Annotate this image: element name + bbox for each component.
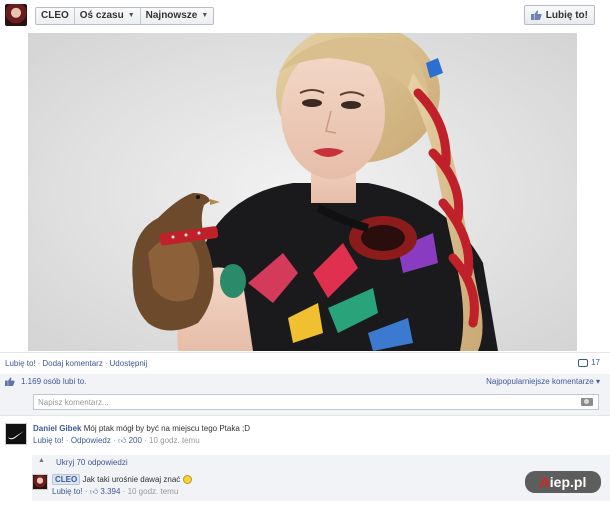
replies-toggle-row: ▲ Ukryj 70 odpowiedzi xyxy=(32,455,610,471)
reply-time[interactable]: 10 godz. temu xyxy=(128,487,179,496)
comment-time[interactable]: 10 godz. temu xyxy=(149,436,200,445)
reply-like-link[interactable]: Lubię to! xyxy=(52,487,83,496)
comment-count-value: 17 xyxy=(591,358,600,367)
reply-text: Jak taki urośnie dawaj znać xyxy=(82,475,181,484)
timeline-dropdown[interactable]: Oś czasu ▼ xyxy=(75,8,141,24)
comment-bubble-icon xyxy=(578,358,589,367)
comment-reply-link[interactable]: Odpowiedz xyxy=(71,436,111,445)
comment-author[interactable]: Daniel Gibek xyxy=(33,424,81,433)
page-name: CLEO xyxy=(41,10,69,21)
post-header: CLEO Oś czasu ▼ Najnowsze ▼ Lubię to! xyxy=(0,0,610,32)
comment-meta: Lubię to! · Odpowiedz · 👍︎ 200 · 10 godz… xyxy=(33,436,200,445)
sort-dropdown[interactable]: Najnowsze ▼ xyxy=(141,8,214,24)
comment-item: Daniel Gibek Mój ptak mógł by być na mie… xyxy=(0,420,610,454)
site-watermark: Aiep.pl xyxy=(525,471,601,493)
timeline-label: Oś czasu xyxy=(79,10,124,21)
reply-likes-count[interactable]: 3.394 xyxy=(100,487,120,496)
page-avatar[interactable] xyxy=(5,4,27,26)
comment-likes-count[interactable]: 200 xyxy=(129,436,142,445)
watermark-text: iep.pl xyxy=(549,474,587,490)
comment-count[interactable]: 17 xyxy=(578,358,600,367)
swoosh-icon xyxy=(8,431,24,440)
thumbs-up-icon xyxy=(530,10,542,20)
likes-left: 1.169 osób lubi to. xyxy=(5,377,86,386)
watermark-letter: A xyxy=(539,474,550,490)
reply-meta: Lubię to! · 👍︎ 3.394 · 10 godz. temu xyxy=(52,487,179,497)
likes-summary: 1.169 osób lubi to. Najpopularniejsze ko… xyxy=(0,374,610,390)
like-link[interactable]: Lubię to! xyxy=(5,359,36,368)
comment-link[interactable]: Dodaj komentarz xyxy=(42,359,102,368)
page-like-button[interactable]: Lubię to! xyxy=(523,5,595,25)
separator-dot: · xyxy=(104,359,108,368)
avatar[interactable] xyxy=(32,474,48,490)
camera-icon[interactable] xyxy=(581,398,593,406)
photo-image xyxy=(28,33,577,351)
share-link[interactable]: Udostępnij xyxy=(110,359,148,368)
post-actions: Lubię to! · Dodaj komentarz · Udostępnij xyxy=(5,359,147,368)
page-name-link[interactable]: CLEO xyxy=(36,8,75,24)
comment-body: Daniel Gibek Mój ptak mógł by być na mie… xyxy=(33,424,593,446)
reply-item: CLEO Jak taki urośnie dawaj znać Lubię t… xyxy=(32,471,610,501)
chevron-up-icon: ▲ xyxy=(38,457,45,464)
chevron-down-icon: ▼ xyxy=(127,12,135,19)
thumbs-up-icon xyxy=(5,377,15,386)
comment-composer: Napisz komentarz... xyxy=(0,390,610,416)
post-photo[interactable] xyxy=(28,33,577,351)
thumbs-up-icon: 👍︎ xyxy=(117,436,127,445)
comment-like-link[interactable]: Lubię to! xyxy=(33,436,64,445)
sort-label: Najnowsze xyxy=(145,10,198,21)
page-like-label: Lubię to! xyxy=(545,9,588,21)
smiley-icon xyxy=(182,475,192,485)
post-actions-bar: Lubię to! · Dodaj komentarz · Udostępnij 17 xyxy=(0,352,610,374)
reply-body: CLEO Jak taki urośnie dawaj znać Lubię t… xyxy=(52,474,532,497)
avatar[interactable] xyxy=(5,423,27,445)
comment-text: Mój ptak mógł by być na miejscu tego Pta… xyxy=(83,424,250,433)
separator-dot: · xyxy=(37,359,41,368)
timeline-nav: CLEO Oś czasu ▼ Najnowsze ▼ xyxy=(35,7,215,25)
comment-input[interactable]: Napisz komentarz... xyxy=(33,394,599,410)
reply-author[interactable]: CLEO xyxy=(52,474,81,485)
comment-input-placeholder: Napisz komentarz... xyxy=(38,397,109,407)
comment-sort-dropdown[interactable]: Najpopularniejsze komentarze ▾ xyxy=(486,377,600,386)
hide-replies-link[interactable]: Ukryj 70 odpowiedzi xyxy=(56,458,128,467)
likes-count-link[interactable]: 1.169 osób lubi to. xyxy=(21,377,86,386)
chevron-down-icon: ▼ xyxy=(201,12,209,19)
thumbs-up-icon: 👍︎ xyxy=(89,487,99,497)
